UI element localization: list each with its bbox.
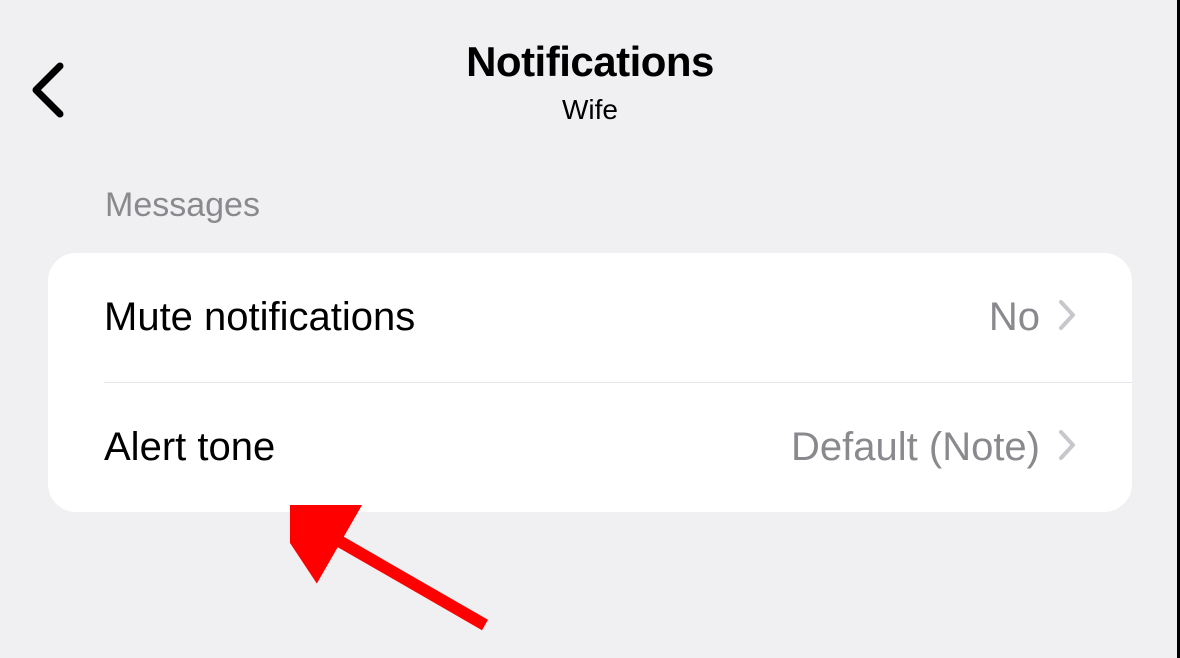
chevron-right-icon bbox=[1058, 429, 1076, 466]
page-header: Notifications Wife bbox=[0, 0, 1180, 126]
row-label: Alert tone bbox=[104, 425, 275, 470]
page-title: Notifications bbox=[0, 38, 1180, 86]
row-value: No bbox=[989, 295, 1040, 340]
annotation-arrow-icon bbox=[290, 505, 510, 645]
settings-card: Mute notifications No Alert tone Default… bbox=[48, 253, 1132, 512]
page-subtitle: Wife bbox=[0, 94, 1180, 126]
row-mute-notifications[interactable]: Mute notifications No bbox=[48, 253, 1132, 382]
section-header-messages: Messages bbox=[105, 186, 1180, 225]
row-label: Mute notifications bbox=[104, 295, 415, 340]
chevron-left-icon bbox=[28, 60, 68, 120]
chevron-right-icon bbox=[1058, 299, 1076, 336]
row-value: Default (Note) bbox=[791, 425, 1040, 470]
row-right: Default (Note) bbox=[791, 425, 1076, 470]
row-right: No bbox=[989, 295, 1076, 340]
row-alert-tone[interactable]: Alert tone Default (Note) bbox=[48, 383, 1132, 512]
back-button[interactable] bbox=[28, 60, 68, 125]
